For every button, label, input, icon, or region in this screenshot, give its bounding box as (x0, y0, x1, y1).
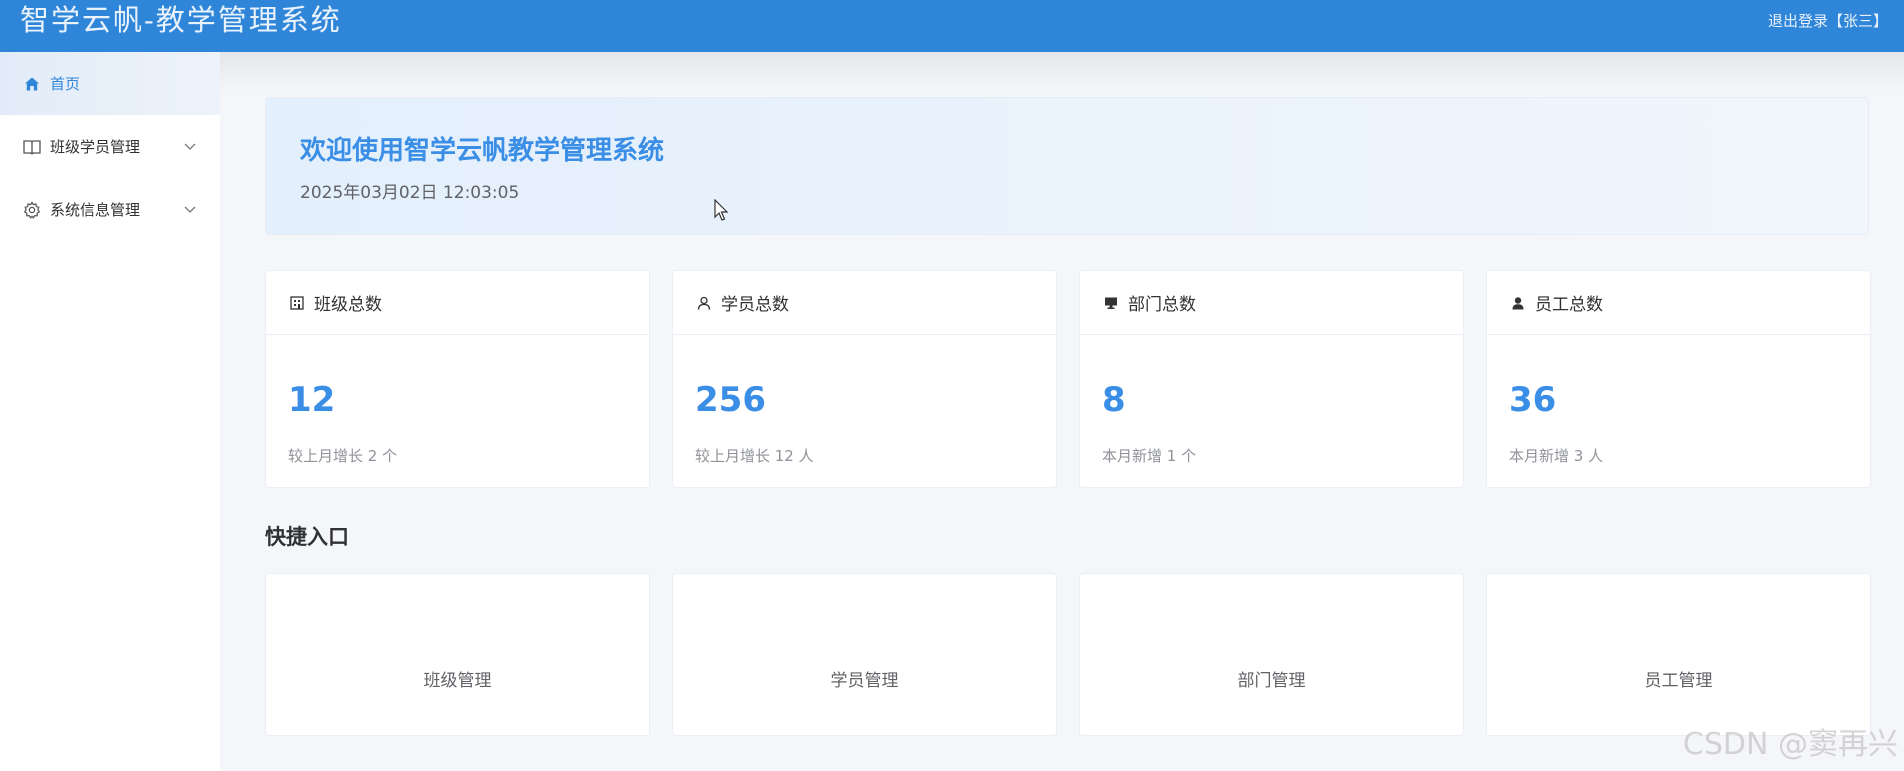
mouse-cursor-icon (714, 199, 729, 221)
stat-card-header: 员工总数 (1487, 271, 1870, 335)
user-outline-icon (695, 294, 713, 312)
chevron-down-icon (184, 143, 196, 150)
monitor-icon (1102, 294, 1120, 312)
sidebar-item-system-info-management[interactable]: 系统信息管理 (0, 178, 220, 241)
top-header: 智学云帆-教学管理系统 退出登录【张三】 (0, 0, 1904, 52)
sidebar-item-label: 首页 (50, 75, 81, 93)
stat-title: 员工总数 (1535, 295, 1603, 315)
stat-card-department-total: 部门总数 8 本月新增 1 个 (1079, 270, 1464, 488)
quick-link-class-management[interactable]: 班级管理 (265, 573, 650, 736)
app-title: 智学云帆-教学管理系统 (20, 3, 342, 37)
current-datetime: 2025年03月02日 12:03:05 (300, 183, 520, 203)
stat-card-header: 部门总数 (1080, 271, 1463, 335)
home-icon (22, 74, 42, 94)
stat-title: 班级总数 (314, 295, 382, 315)
stat-title: 部门总数 (1128, 295, 1196, 315)
stat-value: 36 (1509, 380, 1557, 420)
quick-link-label: 学员管理 (830, 671, 899, 691)
sidebar: 首页 班级学员管理 系统信息管理 (0, 52, 220, 771)
stat-card-header: 班级总数 (266, 271, 649, 335)
stat-value: 12 (288, 380, 336, 420)
stat-note: 本月新增 3 人 (1509, 447, 1604, 465)
stat-card-class-total: 班级总数 12 较上月增长 2 个 (265, 270, 650, 488)
stat-value: 256 (695, 380, 766, 420)
stat-card-student-total: 学员总数 256 较上月增长 12 人 (672, 270, 1057, 488)
book-icon (22, 137, 42, 157)
stat-value: 8 (1102, 380, 1126, 420)
stat-card-employee-total: 员工总数 36 本月新增 3 人 (1486, 270, 1871, 488)
quick-link-employee-management[interactable]: 员工管理 (1486, 573, 1871, 736)
chevron-down-icon (184, 206, 196, 213)
quick-link-department-management[interactable]: 部门管理 (1079, 573, 1464, 736)
header-shadow (220, 52, 1904, 92)
user-filled-icon (1509, 294, 1527, 312)
sidebar-item-label: 班级学员管理 (50, 138, 141, 156)
stat-note: 较上月增长 12 人 (695, 447, 814, 465)
main-content: 欢迎使用智学云帆教学管理系统 2025年03月02日 12:03:05 班级总数… (220, 52, 1904, 771)
quick-access-title: 快捷入口 (265, 525, 349, 549)
stat-card-header: 学员总数 (673, 271, 1056, 335)
building-icon (288, 294, 306, 312)
sidebar-item-class-student-management[interactable]: 班级学员管理 (0, 115, 220, 178)
gear-icon (22, 200, 42, 220)
sidebar-item-home[interactable]: 首页 (0, 52, 220, 115)
quick-link-label: 班级管理 (423, 671, 492, 691)
quick-link-student-management[interactable]: 学员管理 (672, 573, 1057, 736)
quick-link-label: 员工管理 (1644, 671, 1713, 691)
welcome-banner: 欢迎使用智学云帆教学管理系统 2025年03月02日 12:03:05 (265, 97, 1869, 235)
welcome-title: 欢迎使用智学云帆教学管理系统 (300, 136, 665, 166)
stat-note: 较上月增长 2 个 (288, 447, 398, 465)
stat-title: 学员总数 (721, 295, 789, 315)
logout-link[interactable]: 退出登录【张三】 (1768, 10, 1888, 32)
sidebar-item-label: 系统信息管理 (50, 201, 141, 219)
stat-note: 本月新增 1 个 (1102, 447, 1197, 465)
watermark: CSDN @窦再兴 (1682, 727, 1898, 762)
quick-link-label: 部门管理 (1237, 671, 1306, 691)
